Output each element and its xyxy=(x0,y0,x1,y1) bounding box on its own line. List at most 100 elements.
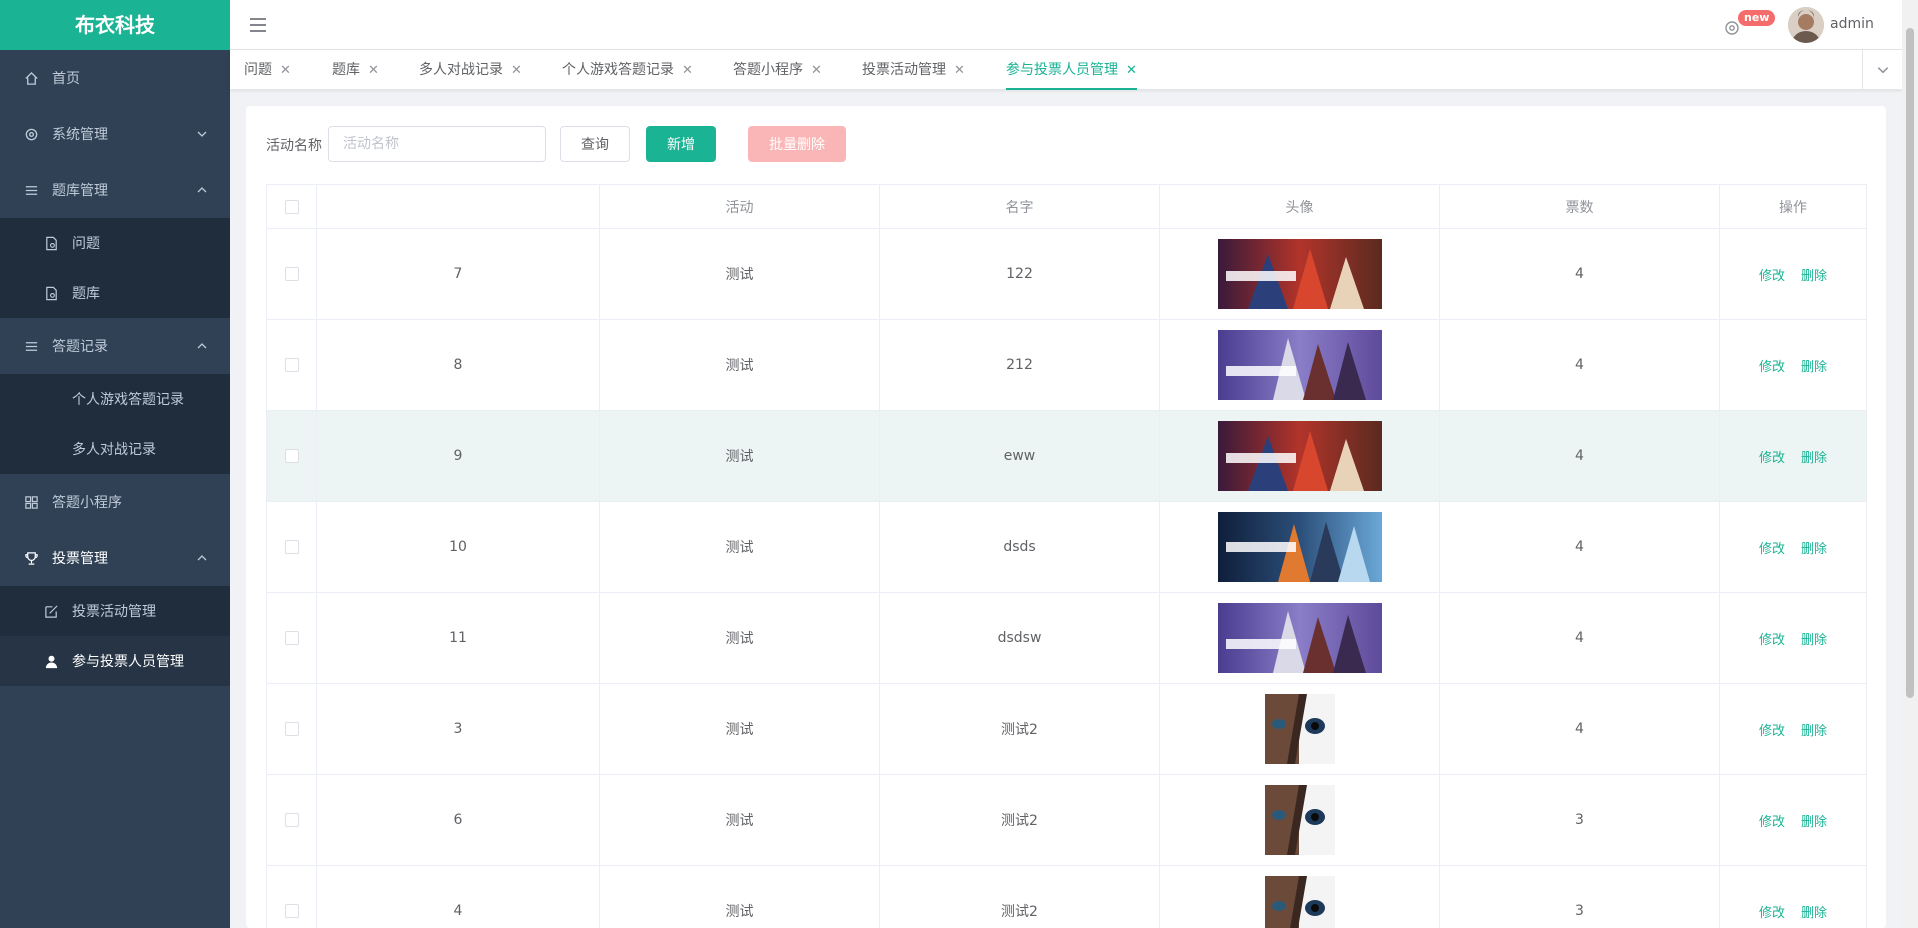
tab-label: 参与投票人员管理 xyxy=(1006,62,1118,78)
cell-name: 122 xyxy=(879,228,1160,320)
notification-badge: new xyxy=(1738,10,1776,26)
row-checkbox[interactable] xyxy=(284,813,299,827)
batch-delete-button[interactable]: 批量删除 xyxy=(748,126,846,162)
sidebar-item-answer-records[interactable]: 答题记录 xyxy=(0,318,230,374)
delete-link[interactable]: 删除 xyxy=(1801,542,1827,557)
scrollbar-thumb[interactable] xyxy=(1906,28,1914,698)
row-checkbox[interactable] xyxy=(284,358,299,372)
select-all-checkbox[interactable] xyxy=(284,199,299,214)
row-checkbox[interactable] xyxy=(284,267,299,281)
table-row[interactable]: 11 测试 dsdsw 4 修改 删除 xyxy=(266,592,1867,684)
edit-link[interactable]: 修改 xyxy=(1759,451,1785,466)
sidebar-item-home[interactable]: 首页 xyxy=(0,50,230,106)
row-checkbox[interactable] xyxy=(284,722,299,736)
cell-votes: 4 xyxy=(1439,319,1720,411)
sidebar-item-battle-records[interactable]: 多人对战记录 xyxy=(0,424,230,474)
sidebar-item-vote-management[interactable]: 投票管理 xyxy=(0,530,230,586)
delete-link[interactable]: 删除 xyxy=(1801,815,1827,830)
table-row[interactable]: 8 测试 212 4 修改 删除 xyxy=(266,319,1867,411)
sidebar-item-vote-activities[interactable]: 投票活动管理 xyxy=(0,586,230,636)
close-icon[interactable]: ✕ xyxy=(954,63,965,78)
cell-id: 6 xyxy=(316,774,600,866)
cell-votes: 3 xyxy=(1439,774,1720,866)
table-row[interactable]: 3 测试 测试2 4 修改 删除 xyxy=(266,683,1867,775)
add-button[interactable]: 新增 xyxy=(646,126,716,162)
cell-name: eww xyxy=(879,410,1160,502)
sidebar-item-vote-participants[interactable]: 参与投票人员管理 xyxy=(0,636,230,686)
edit-link[interactable]: 修改 xyxy=(1759,724,1785,739)
cell-actions: 修改 删除 xyxy=(1719,501,1867,593)
cell-id: 8 xyxy=(316,319,600,411)
tab-personal-records[interactable]: 个人游戏答题记录 ✕ xyxy=(562,50,693,90)
delete-link[interactable]: 删除 xyxy=(1801,906,1827,921)
cell-votes: 4 xyxy=(1439,228,1720,320)
edit-link[interactable]: 修改 xyxy=(1759,360,1785,375)
table-row[interactable]: 9 测试 eww 4 修改 删除 xyxy=(266,410,1867,502)
query-button[interactable]: 查询 xyxy=(560,126,630,162)
submenu-vote-management: 投票活动管理 参与投票人员管理 xyxy=(0,586,230,686)
close-icon[interactable]: ✕ xyxy=(511,63,522,78)
avatar-image xyxy=(1264,785,1335,855)
edit-link[interactable]: 修改 xyxy=(1759,542,1785,557)
grid-icon xyxy=(22,493,40,511)
sidebar-item-system[interactable]: 系统管理 xyxy=(0,106,230,162)
delete-link[interactable]: 删除 xyxy=(1801,269,1827,284)
cell-votes: 4 xyxy=(1439,410,1720,502)
close-icon[interactable]: ✕ xyxy=(1126,63,1137,78)
participants-table: 活动 名字 头像 票数 操作 7 测试 122 4 修改 删除 8 测试 212 4 修改 删除 9 测试… xyxy=(266,184,1867,928)
table-row[interactable]: 4 测试 测试2 3 修改 删除 xyxy=(266,865,1867,928)
sidebar-item-personal-records[interactable]: 个人游戏答题记录 xyxy=(0,374,230,424)
table-body: 7 测试 122 4 修改 删除 8 测试 212 4 修改 删除 9 测试 eww 4 修改 删除 10 测试 dsd… xyxy=(266,228,1867,928)
tab-vote-participants[interactable]: 参与投票人员管理 ✕ xyxy=(1006,50,1137,90)
sidebar-item-questions[interactable]: 问题 xyxy=(0,218,230,268)
cell-votes: 4 xyxy=(1439,501,1720,593)
row-checkbox[interactable] xyxy=(284,540,299,554)
tab-mini-program[interactable]: 答题小程序 ✕ xyxy=(733,50,822,90)
edit-link[interactable]: 修改 xyxy=(1759,815,1785,830)
column-header-activity: 活动 xyxy=(599,184,880,229)
activity-name-input[interactable] xyxy=(328,126,546,162)
hamburger-icon[interactable] xyxy=(248,15,268,35)
user-icon xyxy=(42,652,60,670)
cell-id: 7 xyxy=(316,228,600,320)
delete-link[interactable]: 删除 xyxy=(1801,360,1827,375)
edit-link[interactable]: 修改 xyxy=(1759,633,1785,648)
tab-banks[interactable]: 题库 ✕ xyxy=(332,50,379,90)
cell-id: 10 xyxy=(316,501,600,593)
tab-questions[interactable]: 问题 ✕ xyxy=(244,50,291,90)
delete-link[interactable]: 删除 xyxy=(1801,451,1827,466)
vertical-scrollbar[interactable] xyxy=(1902,0,1918,928)
cell-actions: 修改 删除 xyxy=(1719,865,1867,928)
username[interactable]: admin xyxy=(1830,16,1874,32)
close-icon[interactable]: ✕ xyxy=(682,63,693,78)
avatar[interactable] xyxy=(1788,7,1824,43)
sidebar-item-mini-program[interactable]: 答题小程序 xyxy=(0,474,230,530)
tabs-dropdown[interactable] xyxy=(1862,50,1902,90)
table-row[interactable]: 7 测试 122 4 修改 删除 xyxy=(266,228,1867,320)
delete-link[interactable]: 删除 xyxy=(1801,633,1827,648)
sidebar-item-question-bank[interactable]: 题库管理 xyxy=(0,162,230,218)
row-checkbox[interactable] xyxy=(284,631,299,645)
close-icon[interactable]: ✕ xyxy=(368,63,379,78)
table-row[interactable]: 10 测试 dsds 4 修改 删除 xyxy=(266,501,1867,593)
row-select-cell xyxy=(266,683,317,775)
tab-label: 答题小程序 xyxy=(733,62,803,78)
cell-id: 9 xyxy=(316,410,600,502)
delete-link[interactable]: 删除 xyxy=(1801,724,1827,739)
edit-link[interactable]: 修改 xyxy=(1759,906,1785,921)
sidebar-item-banks[interactable]: 题库 xyxy=(0,268,230,318)
table-row[interactable]: 6 测试 测试2 3 修改 删除 xyxy=(266,774,1867,866)
sidebar-item-label: 投票活动管理 xyxy=(72,604,156,620)
row-checkbox[interactable] xyxy=(284,904,299,918)
cell-name: 212 xyxy=(879,319,1160,411)
close-icon[interactable]: ✕ xyxy=(280,63,291,78)
activity-name-label: 活动名称 xyxy=(266,138,322,154)
close-icon[interactable]: ✕ xyxy=(811,63,822,78)
row-checkbox[interactable] xyxy=(284,449,299,463)
edit-link[interactable]: 修改 xyxy=(1759,269,1785,284)
cell-votes: 4 xyxy=(1439,683,1720,775)
gear-icon xyxy=(22,125,40,143)
column-header-votes: 票数 xyxy=(1439,184,1720,229)
tab-vote-activities[interactable]: 投票活动管理 ✕ xyxy=(862,50,965,90)
tab-battle-records[interactable]: 多人对战记录 ✕ xyxy=(419,50,522,90)
